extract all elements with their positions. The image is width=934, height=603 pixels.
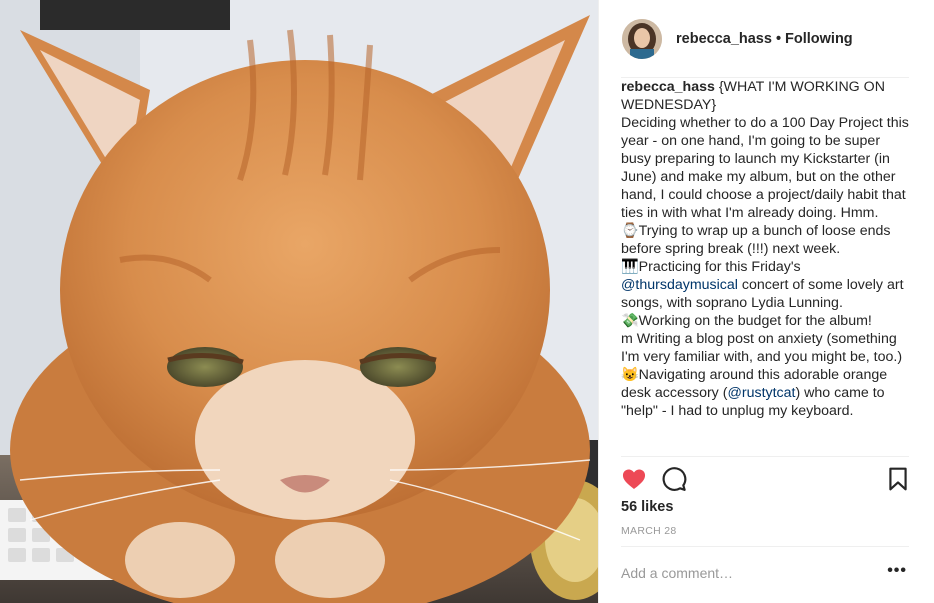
mention-link-thursdaymusical[interactable]: @thursdaymusical bbox=[621, 277, 738, 293]
caption-line: ⌚Trying to wrap up a bunch of loose ends… bbox=[621, 223, 891, 257]
header-text: rebecca_hass • Following bbox=[676, 31, 853, 47]
like-button[interactable] bbox=[621, 466, 647, 492]
post-sidebar: rebecca_hass • Following rebecca_hass {WHA… bbox=[598, 0, 934, 603]
cat-photo-illustration bbox=[0, 0, 598, 603]
user-avatar[interactable] bbox=[622, 19, 662, 59]
action-bar bbox=[621, 466, 911, 492]
instagram-post: rebecca_hass • Following rebecca_hass {WHA… bbox=[0, 0, 934, 603]
follow-status-button[interactable]: Following bbox=[785, 31, 853, 47]
post-photo[interactable] bbox=[0, 0, 598, 603]
bookmark-icon bbox=[889, 467, 907, 491]
caption-line: Deciding whether to do a 100 Day Project… bbox=[621, 115, 909, 221]
post-header: rebecca_hass • Following bbox=[599, 0, 934, 78]
header-username[interactable]: rebecca_hass bbox=[676, 31, 772, 47]
caption-line: 🎹Practicing for this Friday's bbox=[621, 259, 805, 275]
more-options-button[interactable]: ••• bbox=[887, 563, 907, 579]
comment-button[interactable] bbox=[661, 466, 687, 492]
heart-icon bbox=[622, 469, 646, 489]
avatar-icon bbox=[622, 19, 662, 59]
comment-row: ••• bbox=[621, 557, 911, 589]
post-caption: rebecca_hass {WHAT I'M WORKING ON WEDNES… bbox=[621, 78, 911, 456]
comment-icon bbox=[662, 467, 687, 491]
comment-divider bbox=[621, 546, 909, 547]
add-comment-input[interactable] bbox=[621, 565, 871, 581]
save-button[interactable] bbox=[885, 466, 911, 492]
likes-count[interactable]: 56 likes bbox=[621, 499, 673, 515]
header-separator: • bbox=[775, 31, 782, 47]
caption-line: 💸Working on the budget for the album! bbox=[621, 313, 872, 329]
caption-line: m Writing a blog post on anxiety (someth… bbox=[621, 331, 903, 365]
actions-divider bbox=[621, 456, 909, 457]
caption-username[interactable]: rebecca_hass bbox=[621, 79, 715, 95]
mention-link-rustytcat[interactable]: @rustytcat bbox=[727, 385, 795, 401]
post-date: MARCH 28 bbox=[621, 525, 677, 537]
